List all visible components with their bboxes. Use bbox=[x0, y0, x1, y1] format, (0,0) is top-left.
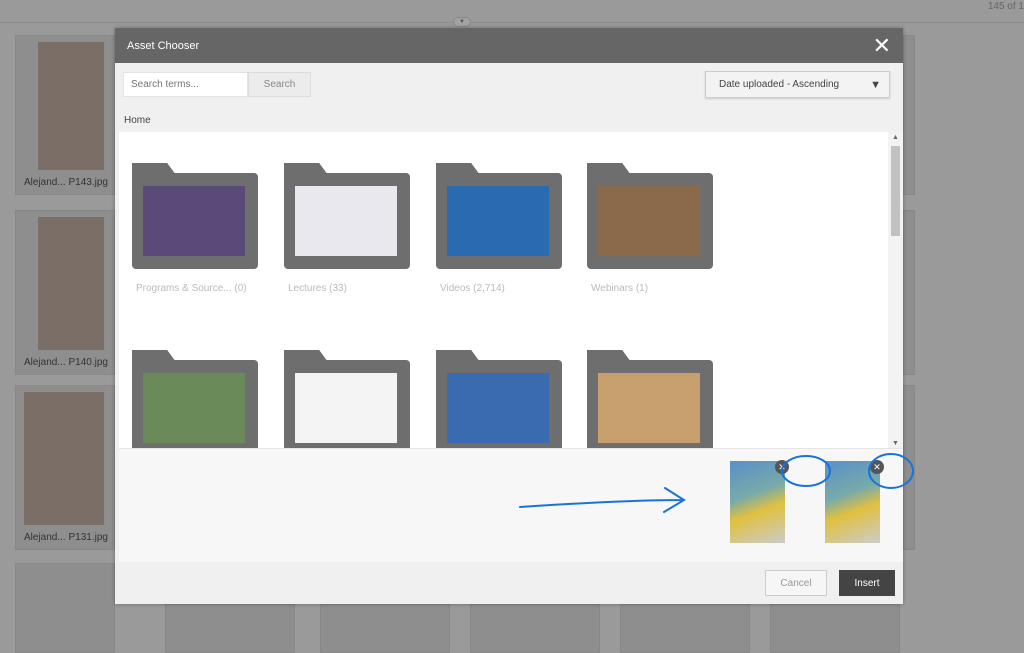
selected-assets-tray: ✕ ✕ bbox=[119, 448, 903, 562]
folder-thumbnail bbox=[143, 373, 245, 443]
cancel-button[interactable]: Cancel bbox=[765, 570, 827, 596]
insert-button[interactable]: Insert bbox=[839, 570, 895, 596]
folder-thumbnail bbox=[598, 186, 700, 256]
asset-tile[interactable] bbox=[320, 604, 450, 653]
folder-item[interactable]: Lectures (33) bbox=[284, 163, 410, 303]
asset-tile[interactable]: Alejand... P143.jpg bbox=[15, 35, 115, 195]
asset-tile[interactable] bbox=[470, 604, 600, 653]
asset-tile[interactable]: Alejand... P131.jpg bbox=[15, 385, 115, 550]
sort-select[interactable]: Date uploaded - Ascending ▼ bbox=[705, 71, 890, 98]
folder-item[interactable] bbox=[284, 350, 410, 448]
selected-thumbnail[interactable]: ✕ bbox=[730, 460, 789, 543]
asset-label: Alejand... P131.jpg bbox=[24, 532, 108, 543]
asset-label: Alejand... P140.jpg bbox=[24, 357, 108, 368]
folder-thumbnail bbox=[447, 186, 549, 256]
folder-item[interactable] bbox=[132, 350, 258, 448]
asset-tile[interactable] bbox=[903, 210, 915, 375]
folder-item[interactable]: Programs & Source... (0) bbox=[132, 163, 258, 303]
breadcrumb[interactable]: Home bbox=[124, 115, 151, 126]
folder-thumbnail bbox=[295, 186, 397, 256]
dialog-header: Asset Chooser ✕ bbox=[115, 28, 903, 63]
folder-item[interactable]: Videos (2,714) bbox=[436, 163, 562, 303]
folder-item[interactable] bbox=[587, 350, 713, 448]
folder-label: Videos (2,714) bbox=[440, 283, 505, 294]
folder-label: Webinars (1) bbox=[591, 283, 649, 294]
asset-label: Alejand... P143.jpg bbox=[24, 177, 108, 188]
folder-item[interactable]: Webinars (1) bbox=[587, 163, 713, 303]
folder-item[interactable] bbox=[436, 350, 562, 448]
remove-icon[interactable]: ✕ bbox=[870, 460, 884, 474]
result-count: 145 of 1 bbox=[987, 1, 1024, 12]
folder-label: Lectures (33) bbox=[288, 283, 347, 294]
asset-tile[interactable] bbox=[903, 385, 915, 550]
folder-label: Programs & Source... (0) bbox=[136, 283, 247, 294]
folder-thumbnail bbox=[447, 373, 549, 443]
scrollbar-thumb[interactable] bbox=[891, 146, 900, 236]
folder-grid: Programs & Source... (0) Lectures (33) Vid… bbox=[119, 132, 888, 448]
asset-tile[interactable] bbox=[15, 563, 115, 653]
folder-thumbnail bbox=[143, 186, 245, 256]
asset-tile[interactable] bbox=[620, 604, 750, 653]
sort-selected-value: Date uploaded - Ascending bbox=[719, 79, 840, 90]
folder-thumbnail bbox=[295, 373, 397, 443]
asset-tile[interactable] bbox=[770, 604, 900, 653]
background-divider bbox=[0, 22, 1024, 23]
search-input[interactable] bbox=[123, 72, 248, 97]
toolbar: Search Date uploaded - Ascending ▼ bbox=[115, 63, 903, 105]
asset-tile[interactable] bbox=[903, 35, 915, 195]
asset-chooser-dialog: Asset Chooser ✕ Search Date uploaded - A… bbox=[115, 28, 903, 604]
dialog-title: Asset Chooser bbox=[127, 39, 200, 52]
selected-thumbnail[interactable]: ✕ bbox=[825, 460, 884, 543]
scroll-down-icon[interactable]: ▼ bbox=[892, 440, 899, 447]
collapse-toggle[interactable]: ▼ bbox=[453, 17, 471, 27]
scrollbar[interactable]: ▲ ▼ bbox=[888, 132, 903, 448]
caret-down-icon: ▼ bbox=[870, 78, 881, 91]
remove-icon[interactable]: ✕ bbox=[775, 460, 789, 474]
close-icon[interactable]: ✕ bbox=[873, 34, 891, 57]
search-button[interactable]: Search bbox=[248, 72, 311, 97]
asset-tile[interactable] bbox=[165, 604, 295, 653]
folder-thumbnail bbox=[598, 373, 700, 443]
asset-tile[interactable]: Alejand... P140.jpg bbox=[15, 210, 115, 375]
dialog-footer: Cancel Insert bbox=[115, 562, 903, 604]
scroll-up-icon[interactable]: ▲ bbox=[892, 134, 899, 141]
